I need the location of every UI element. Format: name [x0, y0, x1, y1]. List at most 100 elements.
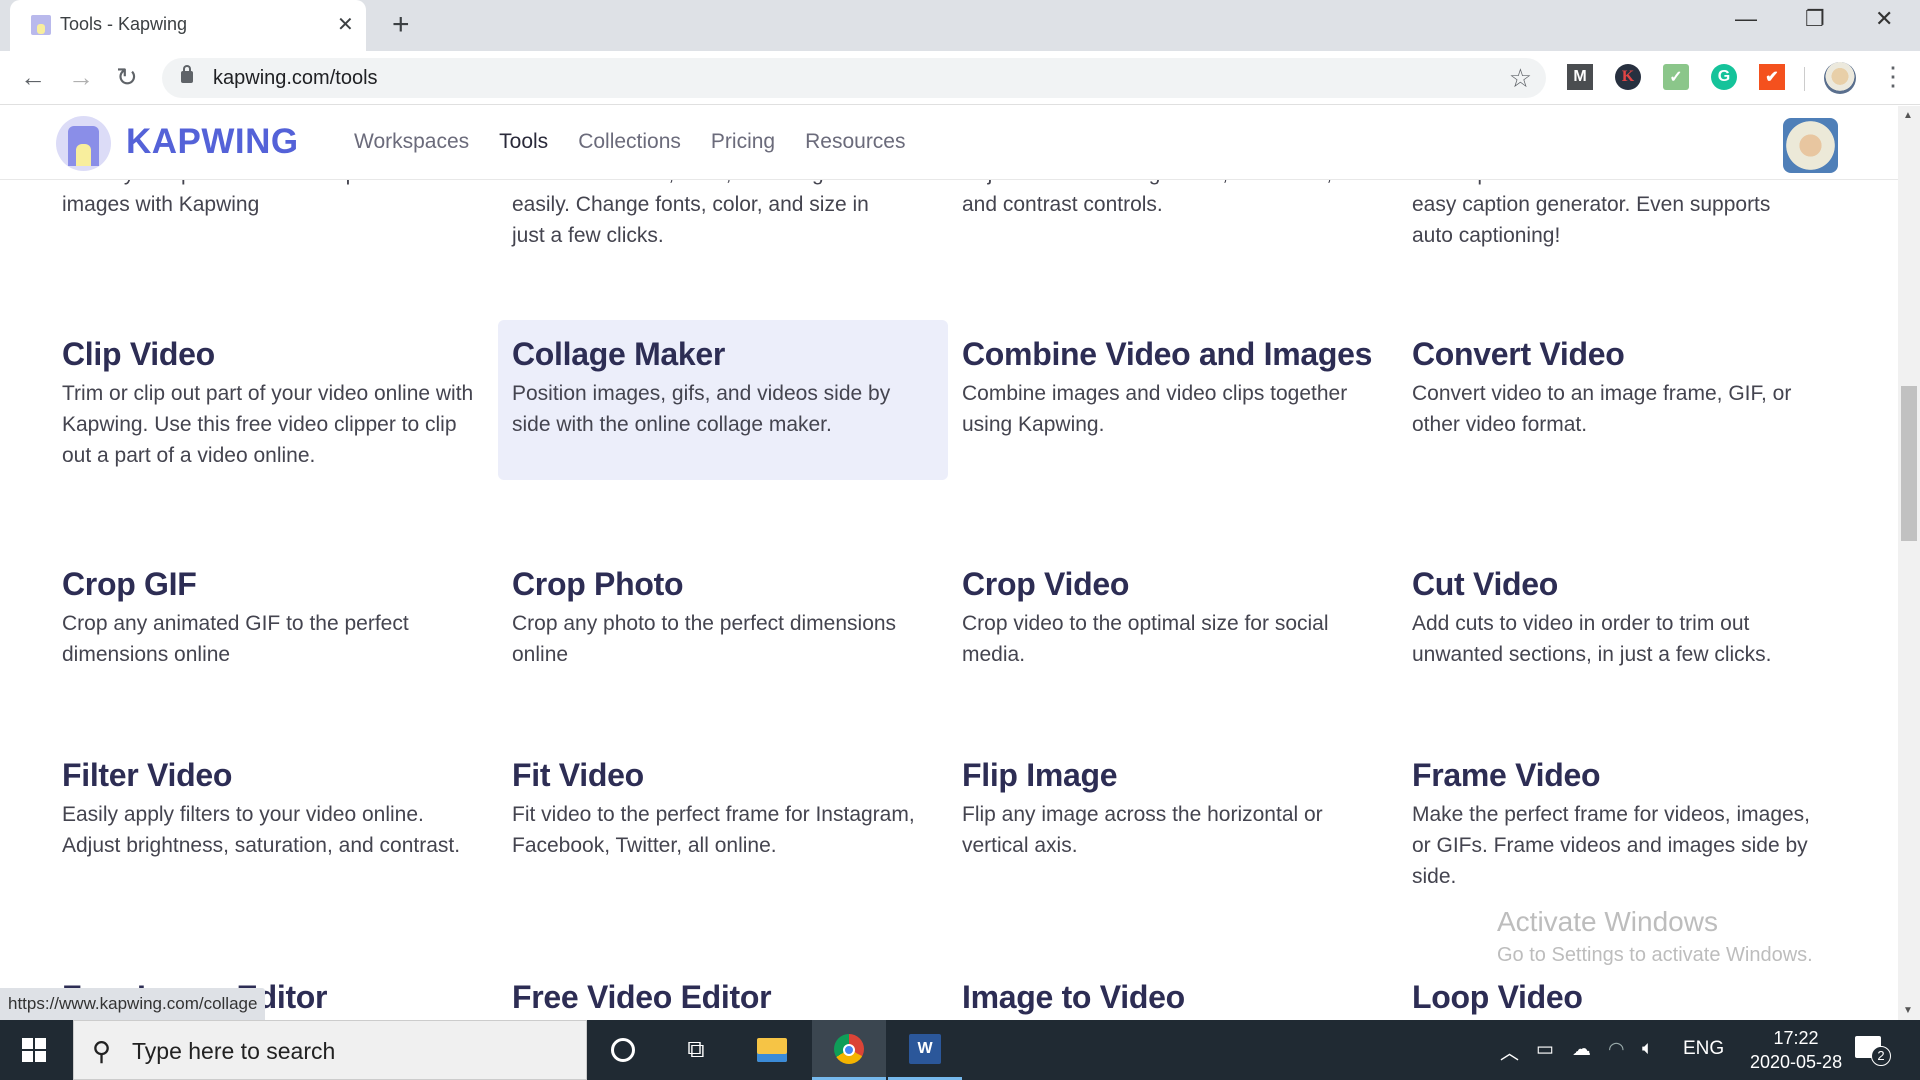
- url-text[interactable]: kapwing.com/tools: [213, 67, 378, 90]
- extension-m-icon[interactable]: M: [1567, 64, 1593, 90]
- back-icon[interactable]: ←: [20, 62, 46, 93]
- nav-resources[interactable]: Resources: [805, 130, 905, 154]
- tool-title[interactable]: Clip Video: [62, 334, 484, 374]
- tool-card[interactable]: Collage Maker Position images, gifs, and …: [498, 320, 948, 480]
- wifi-icon[interactable]: ◠: [1608, 1038, 1625, 1061]
- tool-card[interactable]: Frame Video Make the perfect frame for vi…: [1398, 741, 1848, 906]
- bookmark-star-icon[interactable]: ☆: [1509, 63, 1532, 94]
- tool-card[interactable]: Convert Video Convert video to an image f…: [1398, 320, 1848, 454]
- clock[interactable]: 17:22 2020-05-28: [1750, 1026, 1842, 1074]
- file-explorer-icon[interactable]: [754, 1032, 790, 1068]
- tool-description: Trim or clip out part of your video onli…: [62, 382, 474, 467]
- tool-title[interactable]: Crop GIF: [62, 564, 484, 604]
- action-center-icon[interactable]: 2: [1855, 1036, 1891, 1066]
- browser-toolbar: ← → ↻ kapwing.com/tools ☆ M K ✓ G ✔ ⋮: [0, 51, 1920, 105]
- tool-card[interactable]: Image to Video: [948, 963, 1398, 1020]
- kapwing-logo-icon[interactable]: [56, 116, 111, 171]
- search-icon: ⚲: [92, 1036, 112, 1066]
- tool-description: Crop video to the optimal size for socia…: [962, 612, 1329, 666]
- tool-title[interactable]: Convert Video: [1412, 334, 1834, 374]
- tool-title[interactable]: Combine Video and Images: [962, 334, 1382, 374]
- scroll-down-arrow-icon[interactable]: ▼: [1903, 1005, 1913, 1016]
- site-nav: Workspaces Tools Collections Pricing Res…: [354, 130, 906, 154]
- tool-card[interactable]: Free Video Editor: [498, 963, 948, 1020]
- taskbar-search-input[interactable]: ⚲ Type here to search: [73, 1020, 587, 1080]
- tool-title[interactable]: Crop Photo: [512, 564, 934, 604]
- tool-card[interactable]: Clip Video Trim or clip out part of your …: [48, 320, 498, 485]
- extension-mail-icon[interactable]: ✓: [1663, 64, 1689, 90]
- page-scrollbar[interactable]: ▲ ▼: [1898, 106, 1920, 1020]
- kapwing-favicon-icon: [31, 15, 51, 35]
- windows-taskbar: ⚲ Type here to search ⧉ ︿ ▭ ☁ ◠ 🔈︎ ENG 1…: [0, 1020, 1920, 1080]
- tool-card[interactable]: Fit Video Fit video to the perfect frame …: [498, 741, 948, 875]
- tab-title: Tools - Kapwing: [60, 14, 188, 34]
- word-taskbar-icon[interactable]: [888, 1020, 962, 1080]
- close-tab-icon[interactable]: ✕: [337, 12, 354, 37]
- tool-title[interactable]: Filter Video: [62, 755, 484, 795]
- tool-title[interactable]: Free Video Editor: [512, 977, 934, 1017]
- volume-icon[interactable]: 🔈︎: [1642, 1038, 1653, 1060]
- tool-card[interactable]: Cut Video Add cuts to video in order to t…: [1398, 550, 1848, 684]
- tool-card[interactable]: Filter Video Easily apply filters to your…: [48, 741, 498, 875]
- link-status-bubble: https://www.kapwing.com/collage: [0, 988, 266, 1020]
- toolbar-divider: [1804, 67, 1805, 91]
- forward-icon[interactable]: →: [68, 62, 94, 93]
- tool-title[interactable]: Image to Video: [962, 977, 1384, 1017]
- lock-icon: [181, 65, 193, 83]
- tool-card[interactable]: Crop Video Crop video to the optimal size…: [948, 550, 1398, 684]
- language-indicator[interactable]: ENG: [1683, 1038, 1724, 1060]
- extension-k-icon[interactable]: K: [1615, 64, 1641, 90]
- browser-tab[interactable]: Tools - Kapwing ✕: [10, 0, 366, 51]
- scroll-up-arrow-icon[interactable]: ▲: [1903, 110, 1913, 121]
- tool-description: Position images, gifs, and videos side b…: [512, 382, 891, 436]
- tool-card[interactable]: Crop Photo Crop any photo to the perfect …: [498, 550, 948, 684]
- onedrive-icon[interactable]: ☁: [1572, 1038, 1591, 1061]
- tool-card[interactable]: Crop GIF Crop any animated GIF to the per…: [48, 550, 498, 684]
- tool-description: Add cuts to video in order to trim out u…: [1412, 612, 1772, 666]
- address-bar[interactable]: kapwing.com/tools ☆: [162, 58, 1546, 98]
- tool-title[interactable]: Cut Video: [1412, 564, 1834, 604]
- tool-description: Combine images and video clips together …: [962, 382, 1348, 436]
- windows-start-icon[interactable]: [22, 1038, 46, 1062]
- site-header: KAPWING Workspaces Tools Collections Pri…: [0, 106, 1898, 180]
- tool-title[interactable]: Flip Image: [962, 755, 1384, 795]
- tool-title[interactable]: Fit Video: [512, 755, 934, 795]
- battery-icon[interactable]: ▭: [1536, 1038, 1554, 1061]
- new-tab-button[interactable]: +: [392, 8, 410, 42]
- user-avatar[interactable]: [1783, 118, 1838, 173]
- tool-description: Convert video to an image frame, GIF, or…: [1412, 382, 1792, 436]
- task-view-icon[interactable]: ⧉: [678, 1032, 714, 1068]
- todoist-icon[interactable]: ✔: [1759, 64, 1785, 90]
- tool-description: Crop any animated GIF to the perfect dim…: [62, 612, 409, 666]
- tool-card[interactable]: Loop Video: [1398, 963, 1848, 1020]
- tool-title[interactable]: Frame Video: [1412, 755, 1834, 795]
- notification-count-badge: 2: [1871, 1046, 1891, 1066]
- tool-title[interactable]: Loop Video: [1412, 977, 1834, 1017]
- nav-pricing[interactable]: Pricing: [711, 130, 775, 154]
- show-hidden-icons-icon[interactable]: ︿: [1500, 1038, 1519, 1065]
- nav-collections[interactable]: Collections: [578, 130, 681, 154]
- nav-workspaces[interactable]: Workspaces: [354, 130, 469, 154]
- tool-card[interactable]: Combine Video and Images Combine images a…: [948, 320, 1398, 454]
- close-window-button[interactable]: ✕: [1875, 6, 1893, 32]
- scroll-thumb[interactable]: [1901, 386, 1917, 541]
- chrome-menu-icon[interactable]: ⋮: [1880, 61, 1906, 91]
- search-placeholder: Type here to search: [132, 1038, 336, 1064]
- nav-tools[interactable]: Tools: [499, 130, 548, 154]
- tool-description: Fit video to the perfect frame for Insta…: [512, 803, 915, 857]
- kapwing-logo-text[interactable]: KAPWING: [126, 122, 299, 162]
- profile-avatar[interactable]: [1824, 62, 1856, 94]
- cortana-icon[interactable]: [605, 1032, 641, 1068]
- restore-button[interactable]: ❐: [1805, 6, 1825, 32]
- grammarly-icon[interactable]: G: [1711, 64, 1737, 90]
- page-viewport: KAPWING Workspaces Tools Collections Pri…: [0, 106, 1898, 1020]
- tool-description: Flip any image across the horizontal or …: [962, 803, 1323, 857]
- chrome-taskbar-icon[interactable]: [812, 1020, 886, 1080]
- minimize-button[interactable]: —: [1735, 6, 1757, 32]
- tool-description: Make the perfect frame for videos, image…: [1412, 803, 1811, 888]
- tool-title[interactable]: Crop Video: [962, 564, 1384, 604]
- tool-card[interactable]: Flip Image Flip any image across the hori…: [948, 741, 1398, 875]
- activate-windows-watermark: Activate Windows Go to Settings to activ…: [1497, 906, 1813, 966]
- tool-title[interactable]: Collage Maker: [512, 334, 934, 374]
- reload-icon[interactable]: ↻: [116, 62, 138, 93]
